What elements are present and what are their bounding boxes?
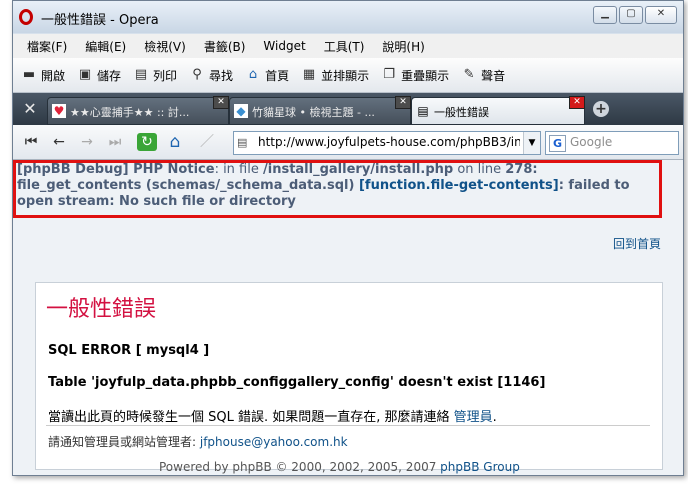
- home-button[interactable]: ⌂ 首頁: [245, 67, 289, 84]
- main-toolbar: ▬ 開啟 ▣ 儲存 ▤ 列印 ⚲ 尋找 ⌂ 首頁 ▦ 並排顯示 ❐ 重疊顯示 ✎ 聲音: [13, 58, 683, 93]
- tab-3-label: 一般性錯誤: [434, 106, 489, 119]
- tab-2[interactable]: ◆ 竹貓星球 • 檢視主題 - ... ✕: [229, 96, 411, 125]
- minimize-icon[interactable]: ▁: [593, 6, 617, 24]
- error-title: 一般性錯誤: [46, 297, 157, 322]
- footer-text: Powered by phpBB © 2000, 2002, 2005, 200…: [159, 460, 441, 474]
- title-bar: 一般性錯誤 - Opera ▁ ▢ ✕: [13, 1, 683, 33]
- search-input[interactable]: Google: [570, 135, 612, 149]
- menu-bar: 檔案(F) 編輯(E) 檢視(V) 書籤(B) Widget 工具(T) 說明(…: [13, 34, 683, 58]
- tab-close-icon[interactable]: ✕: [395, 96, 411, 109]
- find-label: 尋找: [209, 68, 234, 83]
- menu-file[interactable]: 檔案(F): [27, 38, 67, 55]
- forward-icon[interactable]: →: [77, 133, 97, 151]
- page-type-icon: ▤: [237, 136, 248, 149]
- magnifier-icon: ⚲: [192, 67, 202, 82]
- notify-line: 請通知管理員或網站管理者: jfphouse@yahoo.com.hk: [48, 433, 348, 450]
- return-home-link[interactable]: 回到首頁: [613, 235, 661, 252]
- tab-1[interactable]: ♥ ★★心靈捕手★★ :: 討... ✕: [47, 96, 229, 125]
- fast-forward-icon[interactable]: ⏭: [105, 133, 125, 151]
- edit-icon[interactable]: ／: [197, 133, 217, 151]
- tile-button[interactable]: ▦ 並排顯示: [301, 67, 369, 84]
- window-controls: ▁ ▢ ✕: [593, 6, 677, 24]
- address-input[interactable]: http://www.joyfulpets-house.com/phpBB3/i…: [258, 135, 520, 149]
- info-text: 當讀出此頁的時候發生一個 SQL 錯誤. 如果問題一直存在, 那麼請連絡: [48, 410, 454, 425]
- maximize-icon[interactable]: ▢: [619, 6, 643, 24]
- info-end: .: [492, 410, 497, 425]
- address-bar[interactable]: ▤ http://www.joyfulpets-house.com/phpBB3…: [233, 131, 541, 155]
- open-label: 開啟: [41, 68, 66, 83]
- tile-label: 並排顯示: [321, 68, 370, 83]
- find-button[interactable]: ⚲ 尋找: [189, 67, 233, 84]
- close-icon[interactable]: ✕: [645, 6, 677, 24]
- notify-text: 請通知管理員或網站管理者:: [48, 435, 200, 449]
- browser-window: 一般性錯誤 - Opera ▁ ▢ ✕ 檔案(F) 編輯(E) 檢視(V) 書籤…: [12, 0, 684, 476]
- printer-icon: ▤: [134, 67, 148, 82]
- menu-help[interactable]: 說明(H): [382, 38, 424, 55]
- menu-edit[interactable]: 編輯(E): [85, 38, 126, 55]
- floppy-icon: ▣: [78, 67, 92, 82]
- home-icon: ⌂: [248, 67, 258, 82]
- info-message: 當讀出此頁的時候發生一個 SQL 錯誤. 如果問題一直存在, 那麼請連絡 管理員…: [48, 406, 497, 425]
- voice-button[interactable]: ✎ 聲音: [461, 67, 505, 84]
- sql-error-heading: SQL ERROR [ mysql4 ]: [48, 343, 210, 358]
- page-icon: ▤: [417, 104, 429, 118]
- home-label: 首頁: [265, 68, 290, 83]
- save-button[interactable]: ▣ 儲存: [77, 67, 121, 84]
- page-content: [phpBB Debug] PHP Notice: in file /insta…: [13, 160, 683, 475]
- navigation-bar: ⏮ ← → ⏭ ↻ ⌂ ／ ▤ http://www.joyfulpets-ho…: [13, 125, 683, 160]
- tab-bar: ✕ ♥ ★★心靈捕手★★ :: 討... ✕ ◆ 竹貓星球 • 檢視主題 - .…: [13, 93, 683, 125]
- reload-icon[interactable]: ↻: [137, 133, 157, 151]
- window-title: 一般性錯誤 - Opera: [41, 13, 159, 28]
- cascade-icon: ❐: [383, 67, 395, 82]
- print-label: 列印: [153, 68, 178, 83]
- highlight-box: [13, 160, 662, 218]
- email-link[interactable]: jfphouse@yahoo.com.hk: [200, 435, 348, 449]
- cascade-label: 重疊顯示: [401, 68, 450, 83]
- new-tab-icon[interactable]: +: [593, 101, 609, 117]
- folder-icon: ▬: [22, 67, 36, 82]
- menu-widget[interactable]: Widget: [263, 39, 305, 53]
- divider: [46, 425, 650, 426]
- tile-icon: ▦: [302, 67, 316, 82]
- phpbb-group-link[interactable]: phpBB Group: [440, 460, 520, 474]
- print-button[interactable]: ▤ 列印: [133, 67, 177, 84]
- tab-2-label: 竹貓星球 • 檢視主題 - ...: [252, 106, 375, 119]
- save-label: 儲存: [97, 68, 122, 83]
- cascade-button[interactable]: ❐ 重疊顯示: [381, 67, 449, 84]
- voice-label: 聲音: [481, 68, 506, 83]
- back-icon[interactable]: ←: [49, 133, 69, 151]
- open-button[interactable]: ▬ 開啟: [21, 67, 65, 84]
- tab-1-label: ★★心靈捕手★★ :: 討...: [70, 106, 190, 119]
- tab-close-icon[interactable]: ✕: [213, 96, 229, 109]
- table-error-message: Table 'joyfulp_data.phpbb_configgallery_…: [48, 375, 546, 390]
- admin-link[interactable]: 管理員: [454, 410, 493, 425]
- error-panel: 一般性錯誤 SQL ERROR [ mysql4 ] Table 'joyful…: [35, 282, 663, 470]
- tools-icon[interactable]: ✕: [19, 99, 41, 119]
- search-box[interactable]: G Google: [545, 131, 679, 155]
- site-favicon-icon: ◆: [234, 104, 248, 118]
- microphone-icon: ✎: [463, 67, 475, 82]
- tab-close-icon[interactable]: ✕: [569, 96, 585, 109]
- menu-bookmarks[interactable]: 書籤(B): [204, 38, 246, 55]
- opera-logo-icon[interactable]: [19, 9, 33, 25]
- rewind-icon[interactable]: ⏮: [21, 133, 41, 151]
- menu-view[interactable]: 檢視(V): [144, 38, 186, 55]
- tab-3[interactable]: ▤ 一般性錯誤 ✕: [411, 96, 585, 125]
- home-nav-icon[interactable]: ⌂: [165, 133, 185, 151]
- address-dropdown-icon[interactable]: ▼: [523, 132, 540, 154]
- heart-icon: ♥: [52, 104, 66, 118]
- page-footer: Powered by phpBB © 2000, 2002, 2005, 200…: [159, 460, 520, 474]
- google-icon[interactable]: G: [549, 135, 566, 152]
- menu-tools[interactable]: 工具(T): [324, 38, 365, 55]
